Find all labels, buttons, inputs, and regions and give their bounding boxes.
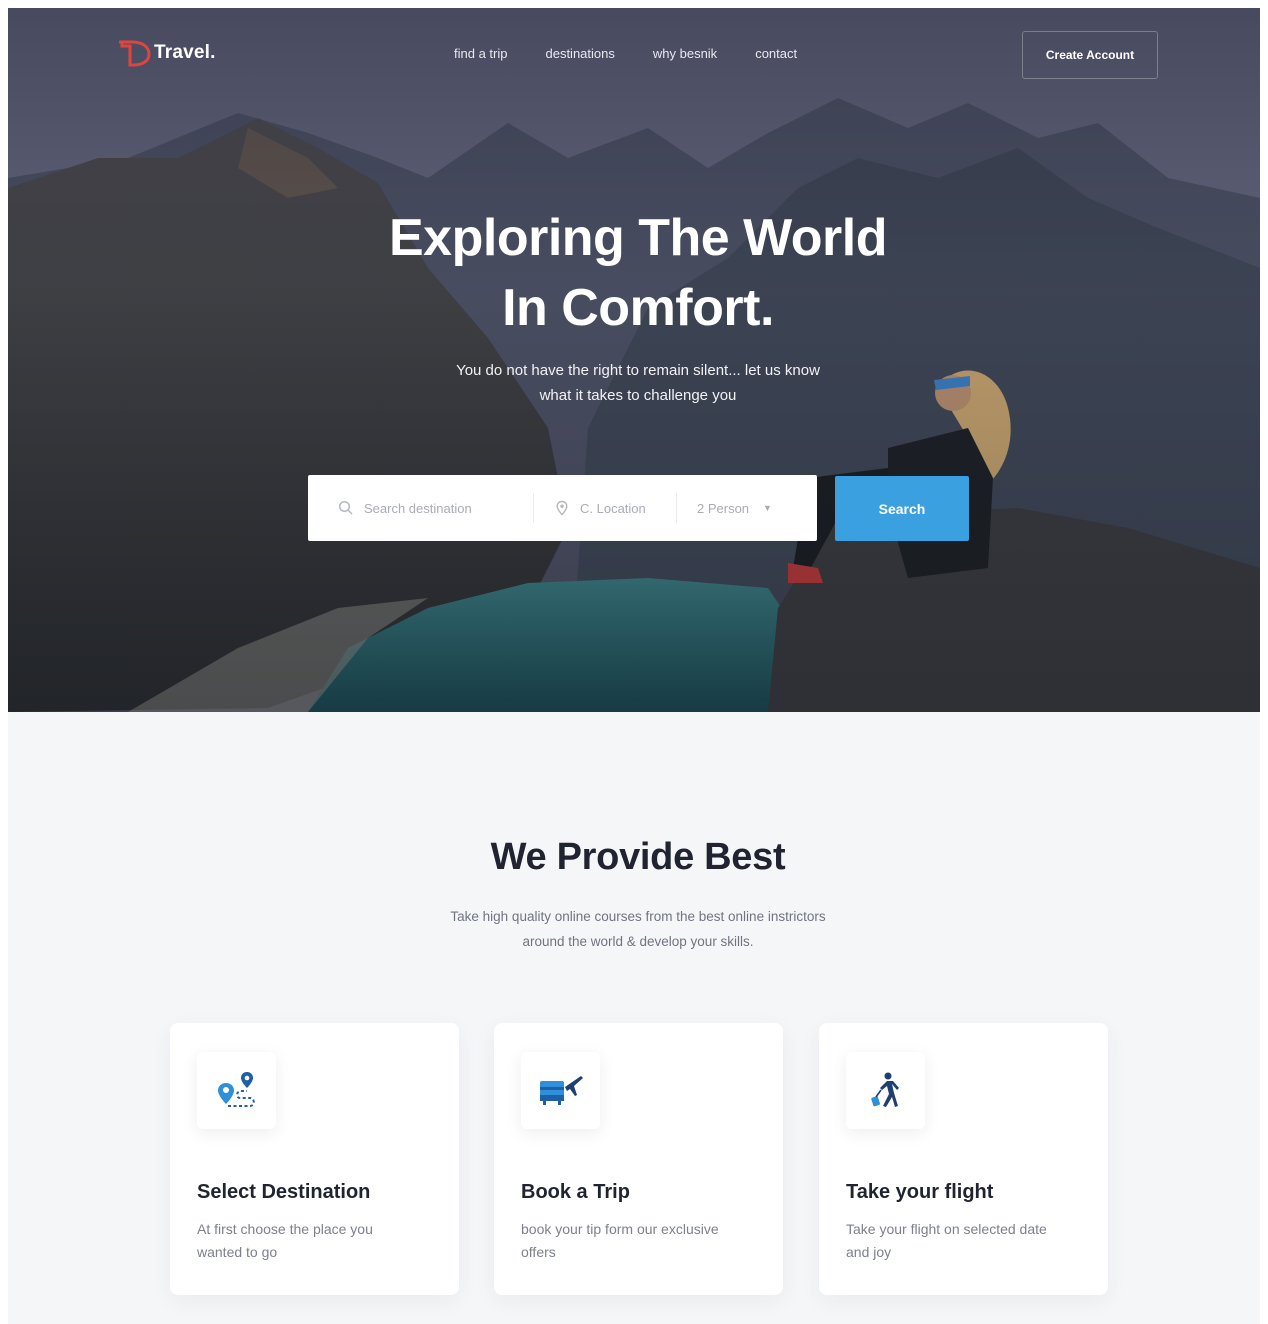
feature-card-description: At first choose the place you wanted to … [197, 1221, 373, 1260]
feature-icon-box [846, 1052, 925, 1129]
location-pin-icon [556, 500, 568, 516]
persons-select[interactable]: 2 Person ▼ [677, 493, 807, 523]
feature-card-title: Book a Trip [521, 1181, 630, 1203]
brand-logo[interactable]: Travel. [118, 38, 216, 68]
search-icon [338, 500, 353, 515]
page-frame: Travel. find a trip destinations why bes… [8, 8, 1260, 1324]
brand-name: Travel. [154, 42, 216, 63]
nav-link-destinations[interactable]: destinations [545, 46, 614, 61]
main-menu: find a trip destinations why besnik cont… [454, 46, 835, 61]
search-form: Search destination C. Location 2 Person … [308, 475, 817, 541]
airplane-ticket-icon [539, 1075, 583, 1105]
hero-section: Travel. find a trip destinations why bes… [8, 8, 1260, 712]
feature-card-select-destination[interactable]: Select Destination At first choose the p… [170, 1023, 459, 1295]
features-subtitle-line-2: around the world & develop your skills. [522, 934, 754, 949]
nav-link-find-a-trip[interactable]: find a trip [454, 46, 507, 61]
feature-icon-box [197, 1052, 276, 1129]
feature-card-description: Take your flight on selected date and jo… [846, 1221, 1047, 1260]
feature-card-book-a-trip[interactable]: Book a Trip book your tip form our exclu… [494, 1023, 783, 1295]
feature-icon-box [521, 1052, 600, 1129]
top-navbar: Travel. find a trip destinations why bes… [8, 8, 1260, 104]
feature-card-title: Select Destination [197, 1181, 371, 1203]
hero-title-line-1: Exploring The World [389, 209, 887, 267]
hero-subtitle-line-1: You do not have the right to remain sile… [456, 362, 820, 379]
hero-subtitle: You do not have the right to remain sile… [423, 358, 853, 408]
location-input[interactable]: C. Location [580, 501, 646, 516]
features-subtitle-line-1: Take high quality online courses from th… [450, 909, 826, 924]
destination-search-input[interactable]: Search destination [364, 501, 472, 516]
destination-search-field[interactable]: Search destination [308, 493, 534, 523]
feature-card-description: book your tip form our exclusive offers [521, 1221, 719, 1260]
location-field[interactable]: C. Location [534, 493, 677, 523]
logo-d-icon [119, 40, 151, 67]
nav-link-why-besnik[interactable]: why besnik [653, 46, 717, 61]
hero-title: Exploring The World In Comfort. [8, 203, 1260, 343]
feature-cards: Select Destination At first choose the p… [170, 1023, 1110, 1295]
traveler-walking-icon [870, 1072, 899, 1107]
map-pin-route-icon [217, 1071, 255, 1107]
feature-card-title: Take your flight [846, 1181, 994, 1203]
persons-select-value: 2 Person [697, 500, 750, 516]
create-account-button[interactable]: Create Account [1022, 31, 1158, 79]
features-title: We Provide Best [490, 836, 786, 878]
chevron-down-icon: ▼ [763, 503, 772, 513]
hero-subtitle-line-2: what it takes to challenge you [539, 387, 737, 404]
feature-card-take-your-flight[interactable]: Take your flight Take your flight on sel… [819, 1023, 1108, 1295]
search-button[interactable]: Search [835, 476, 969, 541]
hero-title-line-2: In Comfort. [502, 279, 774, 337]
features-subtitle: Take high quality online courses from th… [403, 904, 873, 954]
nav-link-contact[interactable]: contact [755, 46, 797, 61]
